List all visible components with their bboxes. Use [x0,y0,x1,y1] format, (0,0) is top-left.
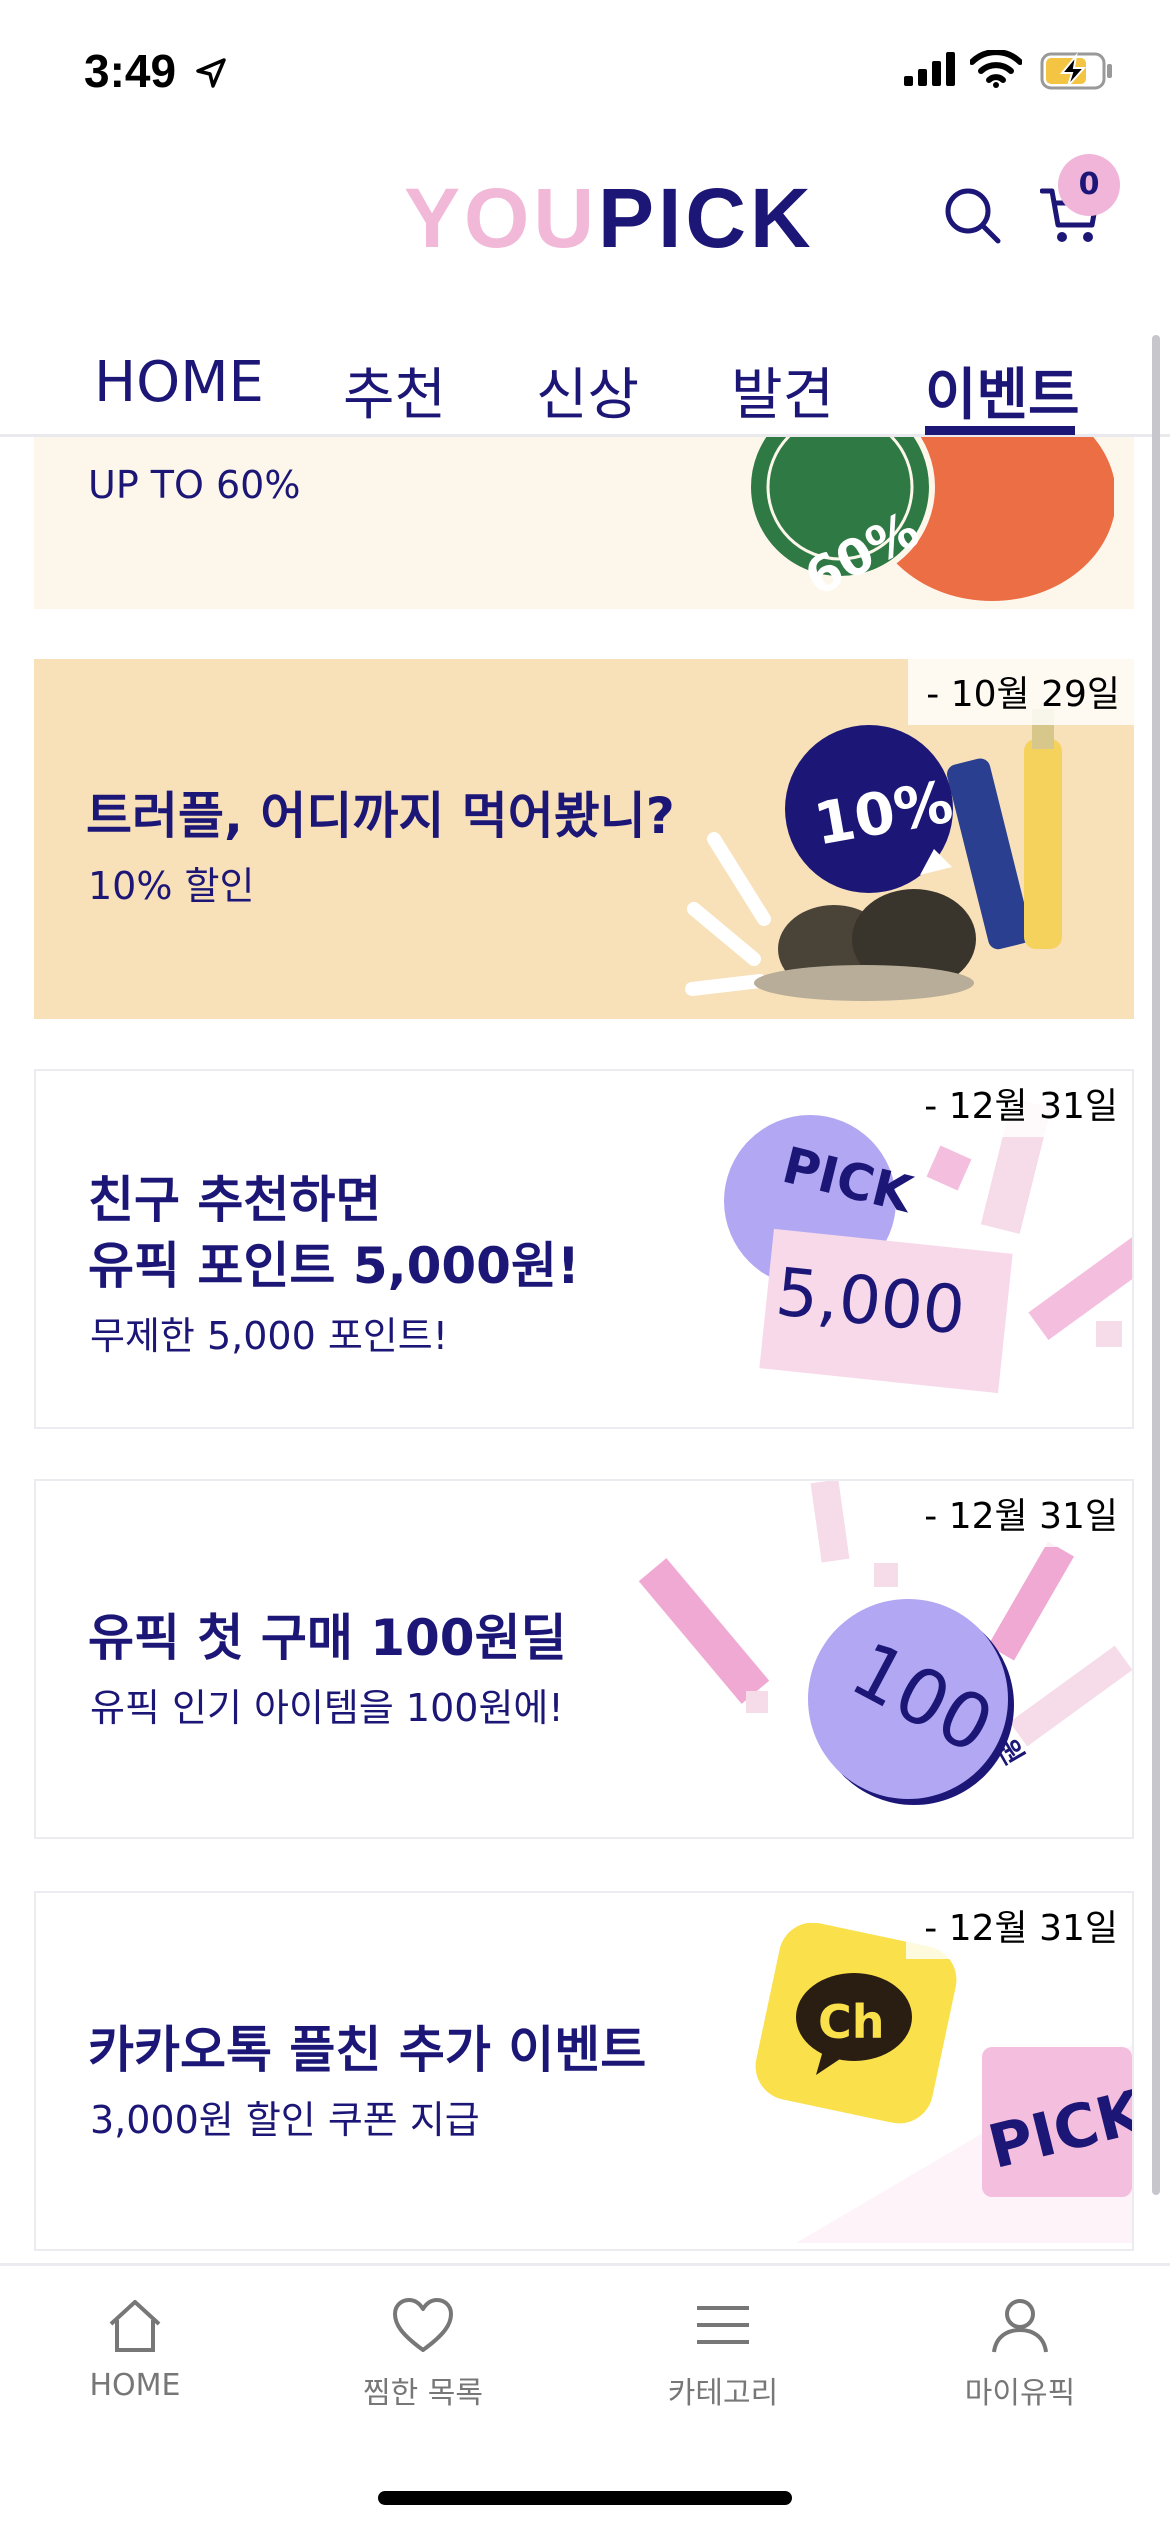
truffle-illustration [685,709,1062,1001]
tab-home[interactable]: HOME [94,350,264,415]
points-illustration [724,1098,1132,1394]
heart-icon [393,2298,453,2352]
status-time: 3:49 [84,45,177,97]
status-bar: 3:49 [0,0,1170,140]
tab-new[interactable]: 신상 [536,350,639,431]
event-date: - 12월 31일 [906,1481,1132,1547]
nav-label: 찜한 목록 [363,2376,483,2411]
event-card-referral[interactable]: 친구 추천하면 유픽 포인트 5,000원! 무제한 5,000 포인트! PI… [34,1069,1134,1429]
nav-label: 카테고리 [667,2376,779,2411]
youpick-logo[interactable]: YOUPICK [404,170,815,267]
event-subtitle: 유픽 인기 아이템을 100원에! [90,1686,564,1730]
nav-label: 마이유픽 [964,2376,1076,2411]
battery-charging-icon [1040,52,1112,90]
scrollbar[interactable] [1152,335,1160,2195]
signal-icon [904,52,955,86]
kakao-illustration [755,1923,1132,2243]
wifi-icon [970,50,1022,88]
location-arrow-icon [196,58,226,88]
nav-label: HOME [89,2368,181,2403]
event-title: 트러플, 어디까지 먹어봤니? [86,787,675,845]
menu-icon [697,2306,749,2344]
event-card-kakao[interactable]: 카카오톡 플친 추가 이벤트 3,000원 할인 쿠폰 지급 Ch PICK -… [34,1891,1134,2251]
event-subtitle: 3,000원 할인 쿠폰 지급 [90,2098,480,2142]
event-title: 카카오톡 플친 추가 이벤트 [88,2021,647,2079]
cart-count-badge: 0 [1058,154,1120,216]
event-card-sale[interactable]: UP TO 60% 60% [34,437,1134,609]
tab-discover[interactable]: 발견 [731,350,834,431]
event-card-first-purchase[interactable]: 유픽 첫 구매 100원딜 유픽 인기 아이템을 100원에! 100 원 - … [34,1479,1134,1839]
event-list[interactable]: UP TO 60% 60% 트러플, 어디까지 먹어봤니? 10% 할인 10%… [0,437,1170,2263]
event-subtitle: UP TO 60% [88,463,301,507]
search-icon[interactable] [942,185,1004,247]
app-header: YOUPICK 0 [0,140,1170,300]
event-date: - 12월 31일 [906,1071,1132,1137]
home-icon [109,2300,161,2352]
nav-category[interactable]: 카테고리 [613,2296,833,2412]
kakao-channel-text: Ch [818,1995,885,2049]
event-title: 유픽 첫 구매 100원딜 [88,1609,567,1667]
event-subtitle: 10% 할인 [88,864,255,908]
user-icon [992,2299,1048,2353]
active-tab-indicator [925,426,1075,435]
nav-wishlist[interactable]: 찜한 목록 [313,2296,533,2412]
nav-home[interactable]: HOME [25,2296,245,2403]
tab-recommend[interactable]: 추천 [343,350,446,431]
tab-event[interactable]: 이벤트 [925,350,1080,431]
event-date: - 12월 31일 [906,1893,1132,1959]
home-indicator[interactable] [378,2491,792,2505]
event-title: 친구 추천하면 유픽 포인트 5,000원! [88,1171,580,1295]
nav-my[interactable]: 마이유픽 [910,2296,1130,2412]
main-tabs: HOME 추천 신상 발견 이벤트 [0,330,1170,437]
event-date: - 10월 29일 [908,659,1134,725]
event-card-truffle[interactable]: 트러플, 어디까지 먹어봤니? 10% 할인 10% - 10월 29일 [34,659,1134,1019]
event-subtitle: 무제한 5,000 포인트! [90,1314,448,1358]
